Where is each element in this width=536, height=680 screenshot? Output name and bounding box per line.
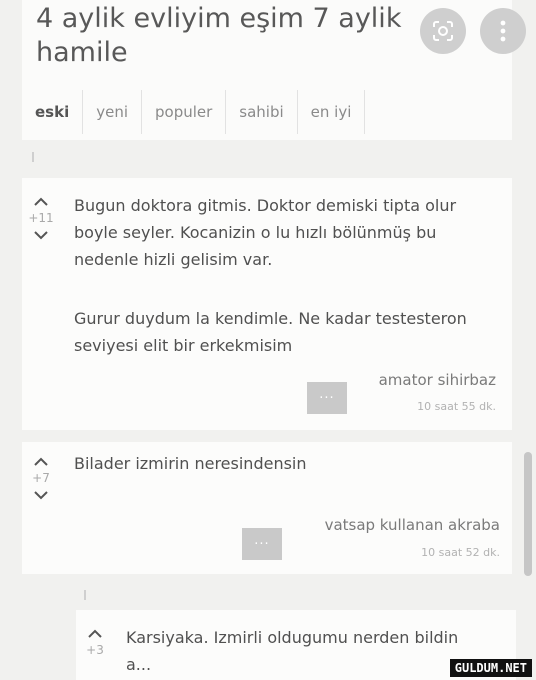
chevron-up-icon — [34, 457, 48, 466]
lens-icon — [433, 21, 453, 41]
watermark-logo: GULDUM.NET — [449, 659, 532, 677]
vote-score: +3 — [86, 643, 104, 657]
comment-text: Gurur duydum la kendimle. Ne kadar teste… — [74, 309, 467, 355]
sort-tabs: eski yeni populer sahibi en iyi — [22, 90, 366, 134]
chevron-up-icon — [88, 629, 102, 638]
avatar[interactable]: ··· — [307, 382, 347, 414]
more-vertical-icon — [500, 20, 506, 42]
avatar[interactable]: ··· — [242, 528, 282, 560]
comment-text: Bilader izmirin neresindensin — [74, 454, 307, 473]
thread-line — [32, 152, 34, 162]
upvote-button[interactable] — [30, 452, 52, 470]
comment-time: 10 saat 55 dk. — [417, 400, 496, 413]
downvote-button[interactable] — [30, 486, 52, 504]
tab-eski[interactable]: eski — [22, 90, 84, 134]
vote-control: +7 — [26, 452, 56, 504]
chevron-down-icon — [34, 230, 48, 239]
upvote-button[interactable] — [30, 192, 52, 210]
lens-button[interactable] — [420, 8, 466, 54]
tab-yeni[interactable]: yeni — [83, 90, 142, 134]
comment-time: 10 saat 52 dk. — [421, 546, 500, 559]
comment-author[interactable]: amator sihirbaz — [379, 371, 496, 389]
upvote-button[interactable] — [84, 624, 106, 642]
comment-text: Karsiyaka. Izmirli oldugumu nerden bildi… — [126, 628, 459, 674]
vote-score: +7 — [32, 471, 50, 485]
tab-sahibi[interactable]: sahibi — [226, 90, 298, 134]
chevron-down-icon — [34, 490, 48, 499]
vote-control: +11 — [26, 192, 56, 244]
vote-score: +11 — [28, 211, 54, 225]
tab-en-iyi[interactable]: en iyi — [298, 90, 366, 134]
thread-line — [84, 590, 86, 600]
tab-populer[interactable]: populer — [142, 90, 227, 134]
downvote-button[interactable] — [30, 226, 52, 244]
comment-text: Bugun doktora gitmis. Doktor demiski tip… — [74, 196, 457, 269]
scrollbar[interactable] — [524, 452, 532, 576]
chevron-up-icon — [34, 197, 48, 206]
vote-control: +3 — [80, 624, 110, 658]
screen: { "header": { "title": "4 aylik evliyim … — [0, 0, 536, 680]
more-options-button[interactable] — [480, 8, 526, 54]
page-title: 4 aylik evliyim eşim 7 aylik hamile — [36, 3, 402, 68]
comment-author[interactable]: vatsap kullanan akraba — [325, 516, 500, 534]
